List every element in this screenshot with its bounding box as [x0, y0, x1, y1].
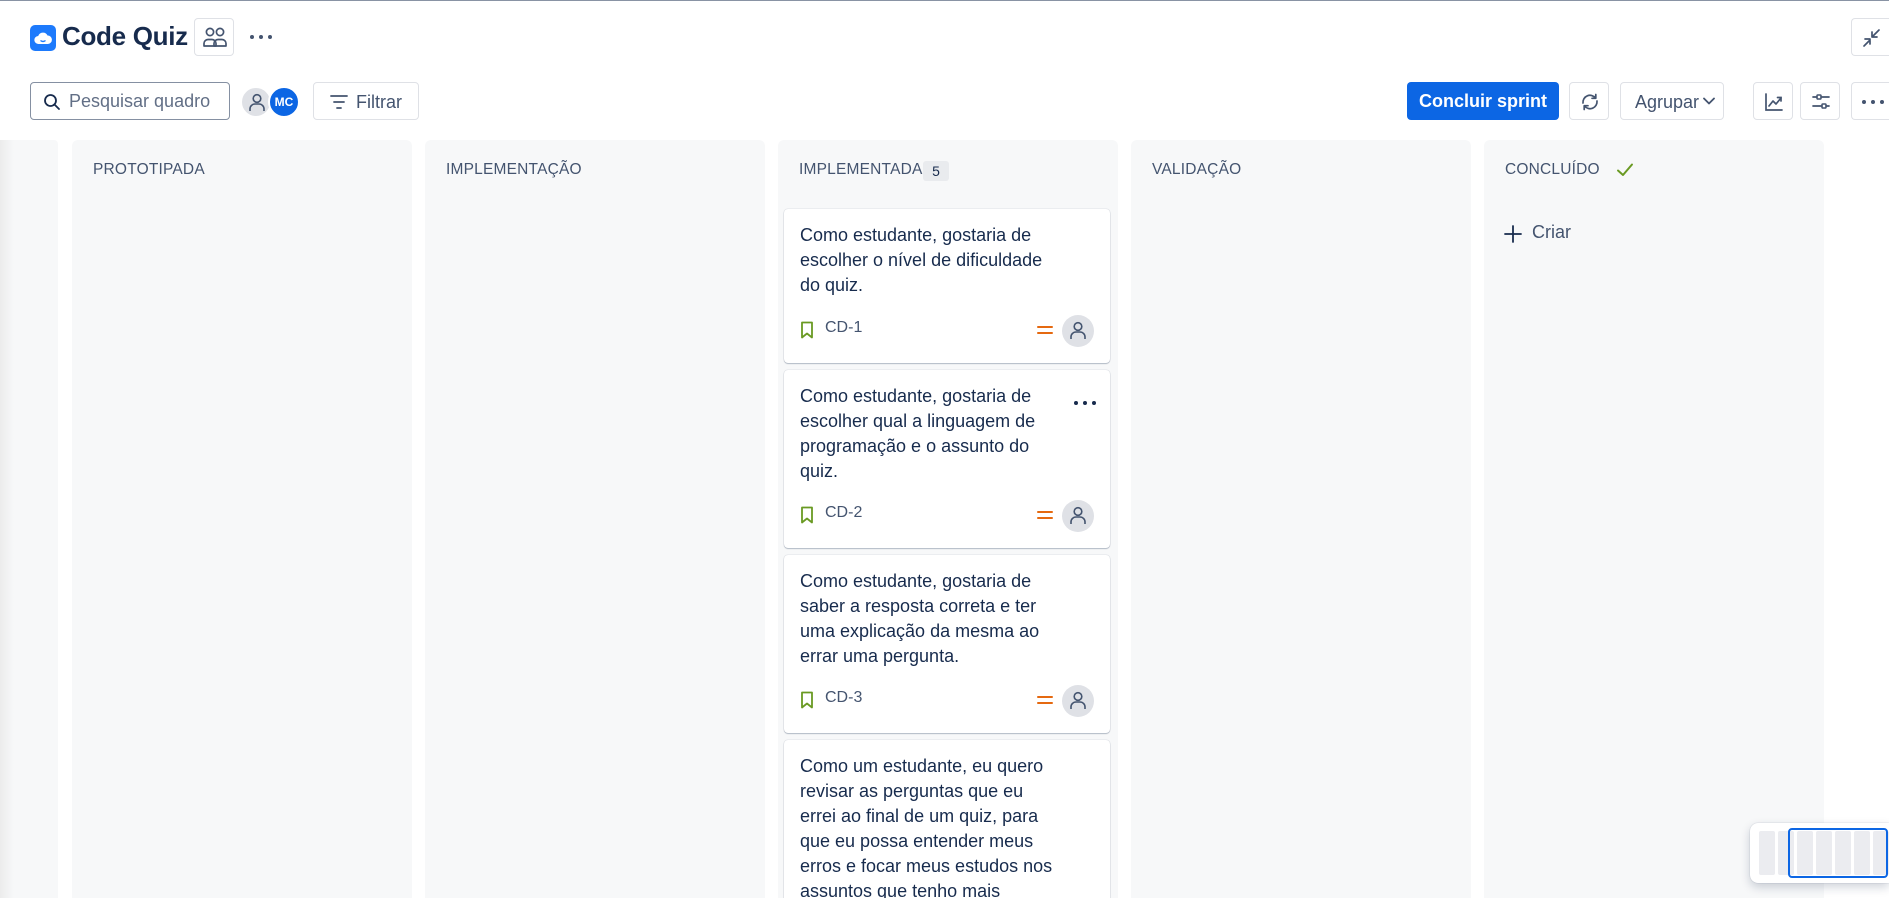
filter-label: Filtrar	[356, 92, 402, 112]
issue-card[interactable]: Como um estudante, eu quero revisar as p…	[784, 740, 1110, 898]
line-chart-icon	[1765, 93, 1783, 111]
ellipsis-icon	[250, 35, 272, 39]
board-search[interactable]	[30, 82, 230, 120]
column-partial-left	[0, 140, 58, 898]
issue-card[interactable]: Como estudante, gostaria de saber a resp…	[784, 555, 1110, 733]
minimap-viewport[interactable]	[1788, 828, 1888, 878]
card-more-icon[interactable]	[1072, 398, 1098, 408]
search-icon	[44, 94, 60, 110]
person-icon	[1070, 506, 1086, 524]
group-by-button[interactable]: Agrupar	[1620, 82, 1724, 120]
person-icon	[249, 93, 265, 111]
priority-medium-icon	[1037, 696, 1053, 704]
issue-count-badge: 5	[923, 161, 949, 181]
priority-medium-icon	[1037, 326, 1053, 334]
create-issue-button[interactable]: Criar	[1504, 218, 1614, 248]
card-summary: Como estudante, gostaria de escolher qua…	[800, 386, 1036, 481]
chevron-down-icon	[1703, 97, 1715, 105]
issue-card[interactable]: Como estudante, gostaria de escolher qua…	[784, 370, 1110, 548]
priority-medium-icon	[1037, 511, 1053, 519]
issue-key[interactable]: CD-1	[825, 319, 862, 337]
project-more-button[interactable]	[246, 25, 276, 49]
column-implementacao[interactable]: IMPLEMENTAÇÃO	[425, 140, 765, 898]
column-validacao[interactable]: VALIDAÇÃO	[1131, 140, 1471, 898]
board-more-button[interactable]	[1851, 82, 1889, 120]
search-input[interactable]	[69, 87, 225, 115]
issue-key[interactable]: CD-3	[825, 689, 862, 707]
people-icon	[203, 27, 227, 47]
plus-icon	[1504, 225, 1522, 243]
insights-button[interactable]	[1753, 82, 1793, 120]
filter-icon	[330, 95, 348, 109]
issue-key[interactable]: CD-2	[825, 504, 862, 522]
team-button[interactable]	[194, 18, 234, 56]
assignee-avatar[interactable]	[1062, 315, 1094, 347]
collapse-button[interactable]	[1851, 18, 1889, 56]
person-icon	[1070, 321, 1086, 339]
card-summary: Como estudante, gostaria de escolher o n…	[800, 225, 1043, 295]
avatar-mc[interactable]: MC	[268, 86, 300, 118]
filter-button[interactable]: Filtrar	[313, 82, 419, 120]
check-icon	[1617, 163, 1633, 176]
board-minimap[interactable]	[1750, 823, 1889, 883]
assignee-avatar[interactable]	[1062, 500, 1094, 532]
create-label: Criar	[1532, 222, 1571, 242]
bookmark-icon	[801, 691, 813, 709]
sync-button[interactable]	[1569, 82, 1609, 120]
card-footer: CD-3	[800, 685, 1094, 717]
view-settings-button[interactable]	[1800, 82, 1840, 120]
column-title: PROTOTIPADA	[93, 161, 205, 178]
column-implementada[interactable]: IMPLEMENTADA 5 Como estudante, gostaria …	[778, 140, 1118, 898]
bookmark-icon	[801, 321, 813, 339]
column-concluido[interactable]: CONCLUÍDO Criar	[1484, 140, 1824, 898]
column-title: VALIDAÇÃO	[1152, 161, 1242, 178]
person-icon	[1070, 691, 1086, 709]
sliders-icon	[1812, 94, 1830, 109]
assignee-avatar[interactable]	[1062, 685, 1094, 717]
cloud-icon[interactable]	[30, 25, 56, 51]
column-title: IMPLEMENTADA	[799, 161, 923, 178]
column-prototipada[interactable]: PROTOTIPADA	[72, 140, 412, 898]
column-title: CONCLUÍDO	[1505, 161, 1600, 178]
group-label: Agrupar	[1635, 92, 1700, 112]
bookmark-icon	[801, 506, 813, 524]
issue-card[interactable]: Como estudante, gostaria de escolher o n…	[784, 209, 1110, 363]
card-summary: Como um estudante, eu quero revisar as p…	[800, 756, 1053, 898]
complete-sprint-button[interactable]: Concluir sprint	[1407, 82, 1559, 120]
card-footer: CD-2	[800, 500, 1094, 532]
refresh-icon	[1582, 93, 1598, 111]
project-title: Code Quiz	[62, 21, 188, 51]
board-header: Code Quiz	[0, 1, 1889, 73]
card-footer: CD-1	[800, 315, 1094, 347]
column-title: IMPLEMENTAÇÃO	[446, 161, 582, 178]
ellipsis-icon	[1862, 100, 1884, 104]
minimap-column	[1759, 831, 1775, 875]
card-summary: Como estudante, gostaria de saber a resp…	[800, 571, 1040, 666]
minimize-icon	[1863, 29, 1880, 47]
